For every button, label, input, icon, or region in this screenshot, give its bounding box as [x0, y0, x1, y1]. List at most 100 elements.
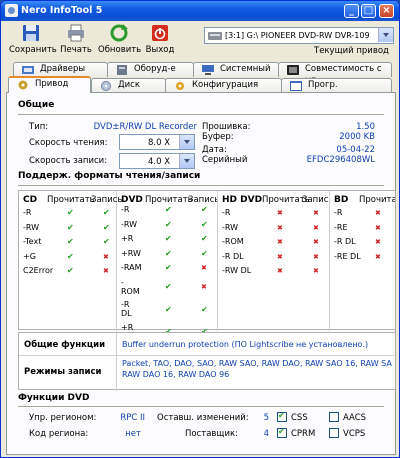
css-checkbox[interactable]: [277, 411, 287, 422]
aacs-label: AACS: [343, 413, 367, 423]
title-bar[interactable]: Nero InfoTool 5 _ □ ×: [1, 1, 399, 21]
check-icon: [201, 220, 209, 229]
check-icon: [103, 237, 111, 246]
format-name: -RE: [334, 222, 348, 232]
save-label: Сохранить: [9, 45, 57, 55]
aacs-checkbox[interactable]: [329, 412, 339, 422]
current-drive-label: Текущий привод: [314, 46, 389, 56]
format-name: -ROM: [222, 237, 244, 246]
format-name: -Text: [23, 237, 42, 246]
tab-system-label: Системный: [220, 64, 271, 74]
changes-left-label: Оставш. изменений:: [157, 413, 249, 423]
format-name: -R: [222, 208, 231, 217]
check-icon: [103, 208, 111, 217]
write-speed-select[interactable]: 4.0 X: [119, 153, 195, 169]
firmware-value: 1.50: [356, 122, 375, 132]
floppy-disk-icon: [21, 23, 41, 43]
refresh-button[interactable]: Обновить: [98, 23, 142, 55]
hddvd-header: HD DVD: [222, 195, 262, 205]
format-name: -R DL: [222, 251, 244, 261]
toolbar: Сохранить Печать Обновить Выход [3:1] G:…: [1, 21, 399, 59]
drive-select[interactable]: [3:1] G:\ PIONEER DVD-RW DVR-109: [204, 27, 394, 44]
tab-disc[interactable]: Диск: [91, 78, 166, 93]
check-icon: [67, 237, 75, 246]
check-icon: [165, 205, 173, 214]
write-modes-value-line1: Packet, TAO, DAO, SAO, RAW SAO, RAW DAO,…: [122, 359, 392, 368]
firmware-label: Прошивка:: [202, 122, 251, 132]
read-speed-select[interactable]: 8.0 X: [119, 134, 195, 150]
write-modes-label: Режимы записи: [24, 367, 102, 377]
save-button[interactable]: Сохранить: [9, 23, 57, 55]
read-speed-value: 8.0 X: [148, 138, 171, 148]
chevron-down-icon[interactable]: [179, 135, 194, 149]
tab-disc-label: Диск: [118, 80, 140, 90]
divider: [18, 185, 384, 186]
minimize-button[interactable]: _: [344, 4, 359, 18]
tab-hardware[interactable]: Оборуд-е: [107, 62, 194, 77]
column-separator: [116, 333, 117, 391]
tab-system[interactable]: Системный: [193, 62, 279, 77]
check-icon: [201, 305, 209, 314]
tab-drive[interactable]: Привод: [8, 76, 91, 93]
format-name: -RW: [23, 222, 40, 232]
hddvd-title: HD DVD: [222, 195, 263, 205]
drive-select-value: [3:1] G:\ PIONEER DVD-RW DVR-109: [225, 31, 370, 40]
cross-icon: [201, 283, 209, 291]
exit-button[interactable]: Выход: [145, 23, 175, 55]
tab-configuration-label: Конфигурация: [192, 80, 259, 90]
cross-icon: [277, 267, 285, 275]
chevron-down-icon[interactable]: [179, 154, 194, 168]
drive-tab-icon: [17, 80, 29, 90]
vendor-label: Поставщик:: [185, 429, 238, 439]
region-code-label: Код региона:: [29, 429, 89, 439]
close-button[interactable]: ×: [379, 4, 394, 18]
check-icon: [103, 223, 111, 232]
type-label: Тип:: [29, 122, 49, 132]
bd-title: BD: [334, 195, 349, 205]
app-window: Nero InfoTool 5 _ □ × Сохранить Печать О…: [0, 0, 400, 458]
buffer-value: 2000 KB: [339, 132, 375, 142]
column-separator: [116, 191, 117, 331]
cross-icon: [277, 224, 285, 232]
column-separator: [329, 191, 330, 331]
printer-icon: [66, 23, 86, 43]
general-functions-label: Общие функции: [24, 340, 106, 350]
check-icon: [201, 205, 209, 214]
cross-icon: [313, 209, 321, 217]
format-name: - ROM: [121, 277, 140, 296]
cross-icon: [277, 253, 285, 261]
dvd-functions-title: Функции DVD: [18, 393, 90, 403]
cross-icon: [375, 253, 383, 261]
css-label: CSS: [291, 413, 308, 423]
refresh-icon: [109, 23, 129, 43]
tab-configuration[interactable]: Конфигурация: [165, 78, 282, 93]
chevron-down-icon[interactable]: [378, 28, 393, 42]
disc-icon: [100, 81, 112, 91]
read-speed-label: Скорость чтения:: [29, 138, 108, 148]
format-name: C2Error: [23, 266, 54, 275]
serial-value: EFDC296408WL: [306, 155, 375, 165]
tab-hd-compatibility[interactable]: Совместимость с HD: [278, 62, 392, 87]
check-icon: [165, 220, 173, 229]
row-separator: [19, 355, 397, 356]
write-speed-label: Скорость записи:: [29, 156, 108, 166]
features-table: Общие функции Buffer underrun protection…: [18, 332, 397, 391]
format-name: -RW: [222, 222, 239, 232]
maximize-button[interactable]: □: [361, 4, 376, 18]
refresh-label: Обновить: [98, 45, 142, 55]
power-icon: [150, 23, 170, 43]
cross-icon: [313, 238, 321, 246]
cd-read-header: Прочитать: [47, 195, 95, 205]
tab-drive-label: Привод: [35, 79, 69, 89]
print-button[interactable]: Печать: [59, 23, 93, 55]
tab-software[interactable]: Прогр. обеспечение: [281, 78, 392, 103]
format-name: -RW: [121, 219, 138, 229]
format-name: -R DL: [334, 237, 356, 246]
date-label: Дата:: [202, 145, 227, 155]
cprm-checkbox[interactable]: [277, 427, 287, 438]
check-icon: [165, 263, 173, 272]
tab-drivers[interactable]: Драйверы: [13, 62, 108, 77]
dvd-write-header: Запись: [188, 195, 217, 205]
vcps-checkbox[interactable]: [329, 428, 339, 438]
hardware-icon: [116, 65, 128, 75]
